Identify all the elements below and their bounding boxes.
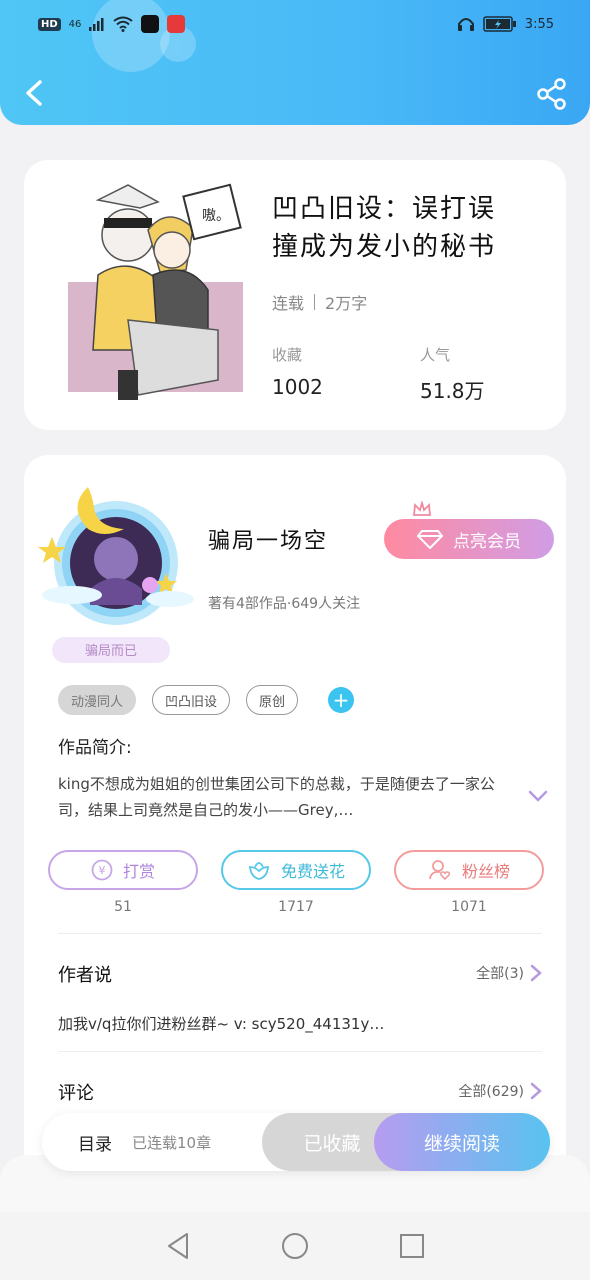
author-says-title: 作者说 <box>58 965 112 986</box>
intro-text: king不想成为姐姐的创世集团公司下的总裁，于是随便去了一家公司，结果上司竟然是… <box>58 775 495 819</box>
network-type: 46 <box>68 18 82 30</box>
comments-title: 评论 <box>58 1083 94 1104</box>
reward-count: 51 <box>114 899 132 915</box>
tag-item[interactable]: 动漫同人 <box>58 685 137 715</box>
send-flower-label: 免费送花 <box>280 862 345 881</box>
author-says-more-label: 全部(3) <box>476 966 524 982</box>
battery-icon <box>483 16 516 32</box>
continue-reading-button[interactable]: 继续阅读 <box>374 1113 550 1171</box>
author-says-more[interactable]: 全部(3) <box>476 963 542 983</box>
svg-text:¥: ¥ <box>98 864 105 877</box>
header: HD 46 3:55 <box>0 0 590 125</box>
tag-list: 动漫同人 凹凸旧设 原创 + <box>58 685 355 715</box>
author-card: 骗局而已 骗局一场空 著有4部作品·649人关注 点亮会员 动漫同人 凹凸旧设 … <box>24 455 566 1175</box>
author-says-text: 加我v/q拉你们进粉丝群~ v: scy520_44131y… <box>58 1015 385 1033</box>
back-button[interactable] <box>20 78 48 108</box>
nav-recents-icon[interactable] <box>399 1233 425 1259</box>
book-title: 凹凸旧设：误打误撞成为发小的秘书 <box>272 194 497 262</box>
tag-item[interactable]: 凹凸旧设 <box>152 685 231 715</box>
author-avatar[interactable]: 骗局而已 <box>32 467 202 667</box>
catalog-button[interactable]: 目录 <box>78 1130 112 1155</box>
action-counts: 51 1717 1071 <box>48 899 544 915</box>
collect-value: 1002 <box>272 375 323 399</box>
reward-label: 打赏 <box>122 862 155 881</box>
cover-illustration: 嗷。 <box>68 183 243 400</box>
tag-item[interactable]: 原创 <box>246 685 299 715</box>
cover-bubble-text: 嗷。 <box>202 208 230 224</box>
popularity-label: 人气 <box>420 346 451 364</box>
word-count: 2万字 <box>325 294 368 313</box>
collect-label: 收藏 <box>272 346 303 364</box>
book-meta: 连载 2万字 <box>272 290 367 314</box>
fans-count: 1071 <box>451 899 487 915</box>
popularity-value: 51.8万 <box>420 379 485 403</box>
shop-app-icon <box>167 15 186 33</box>
serial-count: 已连载10章 <box>132 1133 212 1152</box>
fans-icon <box>429 860 451 881</box>
diamond-icon <box>417 530 443 549</box>
status-bar: HD 46 3:55 <box>0 10 590 38</box>
nav-home-icon[interactable] <box>281 1232 309 1260</box>
author-name[interactable]: 骗局一场空 <box>208 523 328 555</box>
author-subtitle: 著有4部作品·649人关注 <box>208 596 361 612</box>
chevron-right-icon <box>530 1082 542 1100</box>
flower-count: 1717 <box>278 899 314 915</box>
signal-icon <box>89 18 104 31</box>
add-tag-button[interactable]: + <box>328 687 355 713</box>
action-row: ¥ 打赏 免费送花 粉丝榜 <box>48 850 544 890</box>
flower-icon <box>248 862 269 880</box>
chevron-down-icon[interactable] <box>528 789 548 803</box>
comments-more[interactable]: 全部(629) <box>458 1081 542 1101</box>
vip-button-label: 点亮会员 <box>453 531 521 552</box>
nav-back-icon[interactable] <box>165 1232 191 1260</box>
capcut-app-icon <box>141 15 160 33</box>
divider <box>58 933 542 934</box>
chevron-right-icon <box>530 964 542 982</box>
book-info-card: 嗷。 凹凸旧设：误打误撞成为发小的秘书 连载 2万字 收藏 1002 人气 51… <box>24 160 566 430</box>
avatar-badge-text: 骗局而已 <box>85 644 137 659</box>
avatar-frame: 骗局而已 <box>38 487 194 663</box>
comments-more-label: 全部(629) <box>458 1084 524 1100</box>
book-cover[interactable]: 嗷。 <box>68 180 243 410</box>
book-status: 连载 <box>272 294 305 313</box>
reward-button[interactable]: ¥ 打赏 <box>48 850 198 890</box>
reading-bar: 目录 已连载10章 已收藏 继续阅读 <box>42 1113 550 1171</box>
fans-ranking-label: 粉丝榜 <box>461 862 510 881</box>
send-flower-button[interactable]: 免费送花 <box>221 850 371 890</box>
wifi-icon <box>113 16 134 32</box>
vip-button[interactable]: 点亮会员 <box>384 519 554 559</box>
system-nav-bar <box>0 1212 590 1280</box>
crown-icon <box>413 501 431 516</box>
divider <box>58 1051 542 1052</box>
intro-label: 作品简介: <box>58 738 132 758</box>
hd-badge: HD <box>38 17 61 31</box>
headphones-icon <box>457 18 474 31</box>
divider <box>314 294 316 310</box>
share-button[interactable] <box>536 78 568 110</box>
fans-ranking-button[interactable]: 粉丝榜 <box>394 850 544 890</box>
yen-icon: ¥ <box>91 859 113 881</box>
clock: 3:55 <box>524 16 554 32</box>
